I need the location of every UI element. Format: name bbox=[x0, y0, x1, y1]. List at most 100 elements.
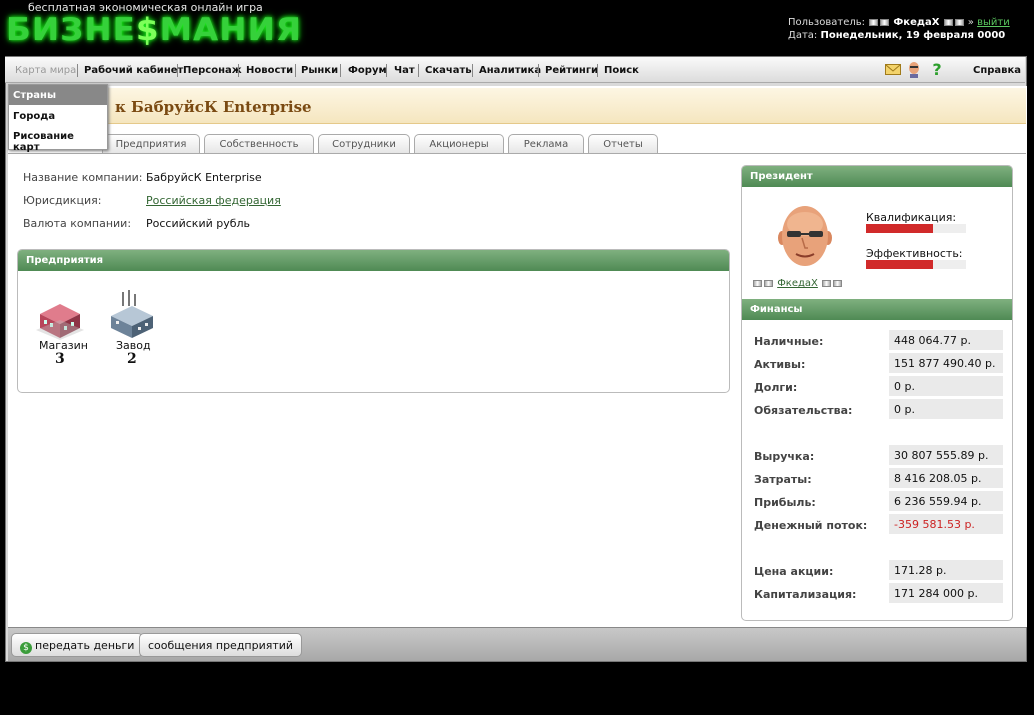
shop-icon[interactable] bbox=[36, 300, 84, 340]
logo-text-1: БИЗНЕ bbox=[6, 12, 136, 48]
menu-separator bbox=[295, 64, 296, 77]
tab-enterprises[interactable]: Предприятия bbox=[102, 134, 200, 153]
logo-text-2: МАНИЯ bbox=[159, 12, 303, 48]
finance-row-value: 151 877 490.40 р. bbox=[889, 353, 1003, 373]
world-map-dropdown: Страны Города Рисование карт bbox=[8, 84, 108, 153]
user-label: Пользователь: bbox=[788, 17, 866, 28]
finance-row-value: 0 р. bbox=[889, 376, 1003, 396]
tab-reports[interactable]: Отчеты bbox=[588, 134, 658, 153]
logout-link[interactable]: выйти bbox=[977, 17, 1010, 28]
menu-separator bbox=[238, 64, 239, 77]
avatar bbox=[776, 204, 834, 272]
enterprise-messages-button[interactable]: сообщения предприятий bbox=[139, 633, 303, 657]
finance-row-label: Прибыль: bbox=[754, 496, 816, 509]
finance-row-label: Затраты: bbox=[754, 473, 812, 486]
enterprises-panel-title: Предприятия bbox=[18, 250, 729, 271]
flag-icon bbox=[764, 279, 773, 287]
svg-text:?: ? bbox=[932, 61, 941, 78]
president-name-row: ФкедаХ bbox=[752, 278, 843, 289]
dollar-icon: $ bbox=[20, 642, 32, 654]
finance-row-value: 6 236 559.94 р. bbox=[889, 491, 1003, 511]
help-link[interactable]: Справка bbox=[973, 65, 1021, 76]
user-name[interactable]: ФкедаХ bbox=[893, 17, 939, 28]
tab-shareholders[interactable]: Акционеры bbox=[414, 134, 504, 153]
mail-icon[interactable] bbox=[885, 63, 901, 79]
efficiency-label: Эффективность: bbox=[866, 247, 963, 260]
finance-row-value: 0 р. bbox=[889, 399, 1003, 419]
flag-icon bbox=[880, 18, 890, 26]
menu-item-markets[interactable]: Рынки bbox=[301, 65, 338, 76]
finance-row-label: Активы: bbox=[754, 358, 806, 371]
menu-separator bbox=[340, 64, 341, 77]
menu-separator bbox=[77, 64, 78, 77]
president-name-link[interactable]: ФкедаХ bbox=[777, 278, 818, 289]
jurisdiction-link[interactable]: Российская федерация bbox=[146, 194, 281, 207]
menu-separator bbox=[538, 64, 539, 77]
currency-label: Валюта компании: bbox=[23, 217, 132, 230]
menu-item-character[interactable]: Персонаж bbox=[183, 65, 242, 76]
menu-item-ratings[interactable]: Рейтинги bbox=[545, 65, 598, 76]
finance-row-label: Капитализация: bbox=[754, 588, 857, 601]
dropdown-item-cities[interactable]: Города bbox=[9, 106, 107, 126]
tab-property[interactable]: Собственность bbox=[204, 134, 314, 153]
flag-icon bbox=[869, 18, 879, 26]
page-title: к БабруйсК Enterprise bbox=[115, 98, 312, 116]
flag-icon bbox=[943, 18, 953, 26]
send-money-label: передать деньги bbox=[35, 639, 135, 652]
tab-underline bbox=[8, 153, 1026, 154]
company-name-label: Название компании: bbox=[23, 171, 143, 184]
finance-row-value: 448 064.77 р. bbox=[889, 330, 1003, 350]
menu-item-download[interactable]: Скачать bbox=[425, 65, 472, 76]
menu-item-search[interactable]: Поиск bbox=[604, 65, 639, 76]
menu-item-world-map[interactable]: Карта мира bbox=[15, 65, 76, 76]
efficiency-bar bbox=[866, 260, 966, 269]
menu-item-news[interactable]: Новости bbox=[246, 65, 293, 76]
finance-row-label: Денежный поток: bbox=[754, 519, 868, 532]
finance-row-label: Цена акции: bbox=[754, 565, 834, 578]
menu-separator bbox=[386, 64, 387, 77]
finance-row-value: 30 807 555.89 р. bbox=[889, 445, 1003, 465]
qualification-label: Квалификация: bbox=[866, 211, 957, 224]
qualification-bar bbox=[866, 224, 966, 233]
character-icon[interactable] bbox=[907, 61, 921, 81]
tab-advertising[interactable]: Реклама bbox=[508, 134, 584, 153]
factory-count: 2 bbox=[127, 351, 137, 367]
finance-row-label: Обязательства: bbox=[754, 404, 853, 417]
flag-icon bbox=[833, 279, 843, 287]
date-label: Дата: bbox=[788, 30, 818, 41]
user-box: Пользователь: ФкедаХ » выйти Дата: Понед… bbox=[788, 17, 1010, 41]
finance-table: Наличные: 448 064.77 р. Активы: 151 877 … bbox=[742, 320, 1012, 610]
company-name-value: БабруйсК Enterprise bbox=[146, 171, 262, 184]
menu-item-analytics[interactable]: Аналитика bbox=[479, 65, 541, 76]
help-icon[interactable]: ? bbox=[930, 60, 944, 81]
menu-separator bbox=[177, 64, 178, 77]
logo-dollar: $ bbox=[135, 12, 160, 48]
currency-value: Российский рубль bbox=[146, 217, 251, 230]
factory-icon[interactable] bbox=[107, 290, 157, 340]
finance-row-value: 171.28 р. bbox=[889, 560, 1003, 580]
enterprise-messages-label: сообщения предприятий bbox=[148, 639, 294, 652]
date-value: Понедельник, 19 февраля 0000 bbox=[820, 30, 1006, 41]
menu-item-chat[interactable]: Чат bbox=[394, 65, 415, 76]
shop-count: 3 bbox=[55, 351, 65, 367]
site-logo[interactable]: БИЗНЕ$МАНИЯ bbox=[6, 12, 302, 48]
dropdown-item-map-drawing[interactable]: Рисование карт bbox=[9, 126, 107, 153]
menu-separator bbox=[418, 64, 419, 77]
menu-item-forum[interactable]: Форум bbox=[348, 65, 387, 76]
finance-row-label: Долги: bbox=[754, 381, 798, 394]
finance-row-value: 171 284 000 р. bbox=[889, 583, 1003, 603]
menu-separator bbox=[472, 64, 473, 77]
jurisdiction-label: Юрисдикция: bbox=[23, 194, 102, 207]
flag-icon bbox=[753, 279, 762, 287]
menu-separator bbox=[597, 64, 598, 77]
menu-item-office[interactable]: Рабочий кабинет bbox=[84, 65, 183, 76]
president-panel-title: Президент bbox=[742, 166, 1012, 187]
send-money-button[interactable]: $ передать деньги bbox=[11, 633, 144, 657]
tab-employees[interactable]: Сотрудники bbox=[318, 134, 410, 153]
dropdown-item-countries[interactable]: Страны bbox=[9, 85, 107, 105]
finance-row-value: 8 416 208.05 р. bbox=[889, 468, 1003, 488]
finance-row-label: Наличные: bbox=[754, 335, 824, 348]
finance-row-label: Выручка: bbox=[754, 450, 815, 463]
qualification-bar-fill bbox=[866, 224, 933, 233]
flag-icon bbox=[954, 18, 964, 26]
